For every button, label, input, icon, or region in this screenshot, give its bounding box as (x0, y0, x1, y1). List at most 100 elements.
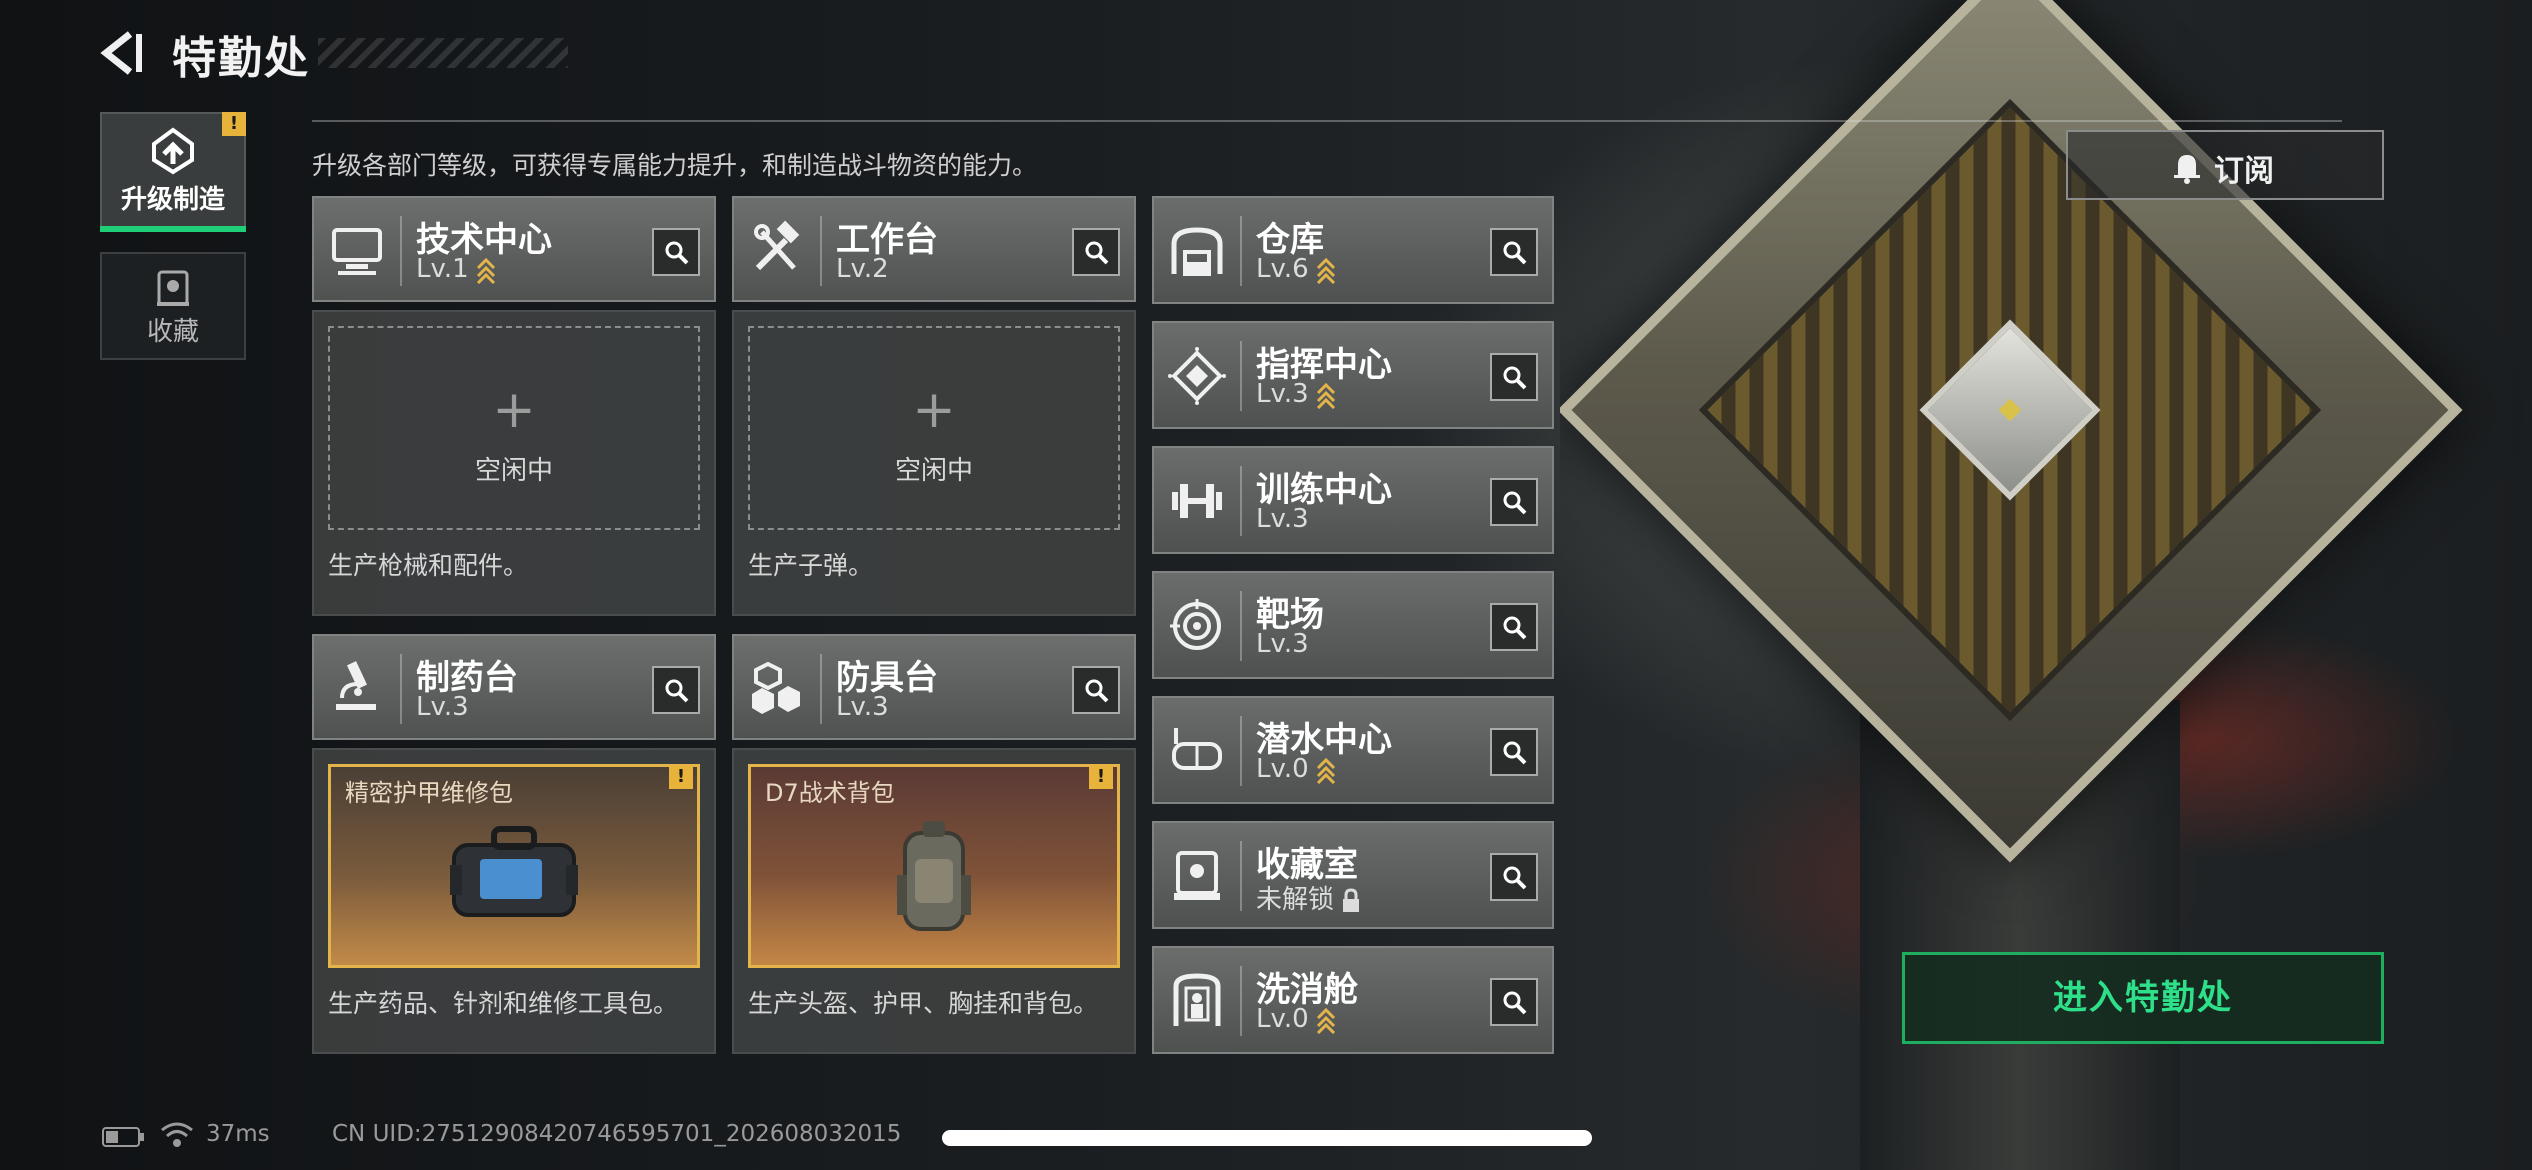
facility-row-diving-center[interactable]: 潜水中心 Lv.0 (1152, 696, 1554, 804)
inspect-button[interactable] (1072, 228, 1120, 276)
collection-icon (157, 270, 189, 306)
facility-row-collection-room[interactable]: 收藏室 未解锁 (1152, 821, 1554, 929)
page-subtitle: 升级各部门等级，可获得专属能力提升，和制造战斗物资的能力。 (312, 151, 1038, 180)
upgrade-icon (152, 127, 194, 175)
facility-row-decontamination-pod[interactable]: 洗消舱 Lv.0 (1152, 946, 1554, 1054)
magnify-icon (1503, 366, 1527, 390)
item-name: 精密护甲维修包 (345, 779, 513, 807)
facility-level: Lv.3 (416, 692, 469, 722)
magnify-icon (1503, 866, 1527, 890)
upgrade-available-icon (1316, 1007, 1335, 1034)
back-button[interactable] (96, 28, 146, 78)
level-text: Lv.3 (1256, 379, 1309, 409)
wifi-icon (161, 1122, 193, 1147)
inspect-button[interactable] (1490, 353, 1538, 401)
production-item-slot[interactable]: D7战术背包 ! (748, 764, 1120, 968)
facility-row-training-center[interactable]: 训练中心 Lv.3 (1152, 446, 1554, 554)
magnify-icon (665, 241, 689, 265)
production-body: + 空闲中 生产枪械和配件。 (312, 310, 716, 616)
network-ping: 37ms (206, 1121, 270, 1147)
armor-blocks-icon (752, 661, 800, 714)
facility-row-shooting-range[interactable]: 靶场 Lv.3 (1152, 571, 1554, 679)
facility-level: Lv.3 (836, 692, 889, 722)
home-indicator[interactable] (942, 1130, 1592, 1146)
production-description: 生产枪械和配件。 (328, 551, 529, 580)
warehouse-icon (1171, 227, 1223, 276)
level-text: Lv.0 (1256, 754, 1309, 784)
diving-mask-icon (1172, 728, 1222, 770)
dumbbell-icon (1172, 484, 1222, 518)
locked-text: 未解锁 (1256, 885, 1335, 915)
idle-production-slot[interactable]: + 空闲中 (748, 326, 1120, 530)
facility-header[interactable]: 制药台 Lv.3 (312, 634, 716, 740)
subscribe-button[interactable]: 订阅 (2066, 130, 2384, 200)
item-warning-badge: ! (1089, 765, 1113, 789)
magnify-icon (1085, 241, 1109, 265)
facility-level: Lv.6 (1256, 254, 1337, 284)
command-icon (1168, 347, 1226, 405)
display-case-icon (1174, 851, 1220, 900)
back-arrow-icon (100, 31, 142, 75)
computer-icon (332, 228, 382, 275)
level-text: Lv.3 (416, 692, 469, 722)
enter-headquarters-button[interactable]: 进入特勤处 (1902, 952, 2384, 1044)
armor-repair-kit-image (450, 826, 578, 917)
facility-level: Lv.2 (836, 254, 889, 284)
level-text: Lv.3 (1256, 504, 1309, 534)
facility-row-warehouse[interactable]: 仓库 Lv.6 (1152, 196, 1554, 304)
item-warning-badge: ! (669, 765, 693, 789)
facility-header[interactable]: 防具台 Lv.3 (732, 634, 1136, 740)
slot-status: 空闲中 (474, 456, 553, 486)
card-armor-bench: 防具台 Lv.3 D7战术背包 ! 生产头盔、护甲、胸挂和背包。 (732, 634, 1136, 1054)
facility-header[interactable]: 工作台 Lv.2 (732, 196, 1136, 302)
facility-level: Lv.3 (1256, 504, 1309, 534)
inspect-button[interactable] (1490, 603, 1538, 651)
inspect-button[interactable] (1490, 728, 1538, 776)
level-text: Lv.3 (1256, 629, 1309, 659)
upgrade-available-icon (1316, 257, 1335, 284)
inspect-button[interactable] (1490, 228, 1538, 276)
facility-row-command-center[interactable]: 指挥中心 Lv.3 (1152, 321, 1554, 429)
magnify-icon (1503, 491, 1527, 515)
production-description: 生产头盔、护甲、胸挂和背包。 (748, 989, 1099, 1018)
inspect-button[interactable] (1072, 666, 1120, 714)
battery-icon (102, 1127, 144, 1147)
subscribe-label: 订阅 (2214, 154, 2274, 189)
level-text: Lv.3 (836, 692, 889, 722)
production-body: D7战术背包 ! 生产头盔、护甲、胸挂和背包。 (732, 748, 1136, 1054)
production-body: 精密护甲维修包 ! 生产药品、针剂和维修工具包。 (312, 748, 716, 1054)
facility-header[interactable]: 技术中心 Lv.1 (312, 196, 716, 302)
tab-collection[interactable]: 收藏 (100, 252, 246, 360)
inspect-button[interactable] (1490, 853, 1538, 901)
card-pharmacy: 制药台 Lv.3 精密护甲维修包 ! 生产药品、针剂和维修工具包。 (312, 634, 716, 1054)
upgrade-available-icon (1316, 382, 1335, 409)
idle-production-slot[interactable]: + 空闲中 (328, 326, 700, 530)
facility-level: Lv.0 (1256, 1004, 1337, 1034)
level-text: Lv.6 (1256, 254, 1309, 284)
target-icon (1170, 599, 1221, 650)
inspect-button[interactable] (652, 666, 700, 714)
lock-icon (1343, 887, 1360, 912)
facility-level: Lv.1 (416, 254, 497, 284)
level-text: Lv.2 (836, 254, 889, 284)
tab-label: 升级制造 (120, 185, 225, 215)
production-description: 生产子弹。 (748, 551, 874, 580)
production-item-slot[interactable]: 精密护甲维修包 ! (328, 764, 700, 968)
tab-upgrade-manufacture[interactable]: ! 升级制造 (100, 112, 246, 232)
header-divider (312, 120, 2342, 122)
inspect-button[interactable] (652, 228, 700, 276)
plus-icon: + (492, 380, 536, 440)
tactical-backpack-image (897, 821, 971, 931)
inspect-button[interactable] (1490, 478, 1538, 526)
facility-level: 未解锁 (1256, 879, 1362, 916)
enter-button-label: 进入特勤处 (2053, 978, 2233, 1018)
title-decoration (318, 38, 568, 68)
item-name: D7战术背包 (765, 779, 895, 807)
facility-level: Lv.3 (1256, 629, 1309, 659)
decon-pod-icon (1173, 973, 1221, 1026)
production-body: + 空闲中 生产子弹。 (732, 310, 1136, 616)
magnify-icon (665, 679, 689, 703)
tab-label: 收藏 (146, 317, 199, 347)
inspect-button[interactable] (1490, 978, 1538, 1026)
tab-warning-badge: ! (222, 112, 246, 136)
